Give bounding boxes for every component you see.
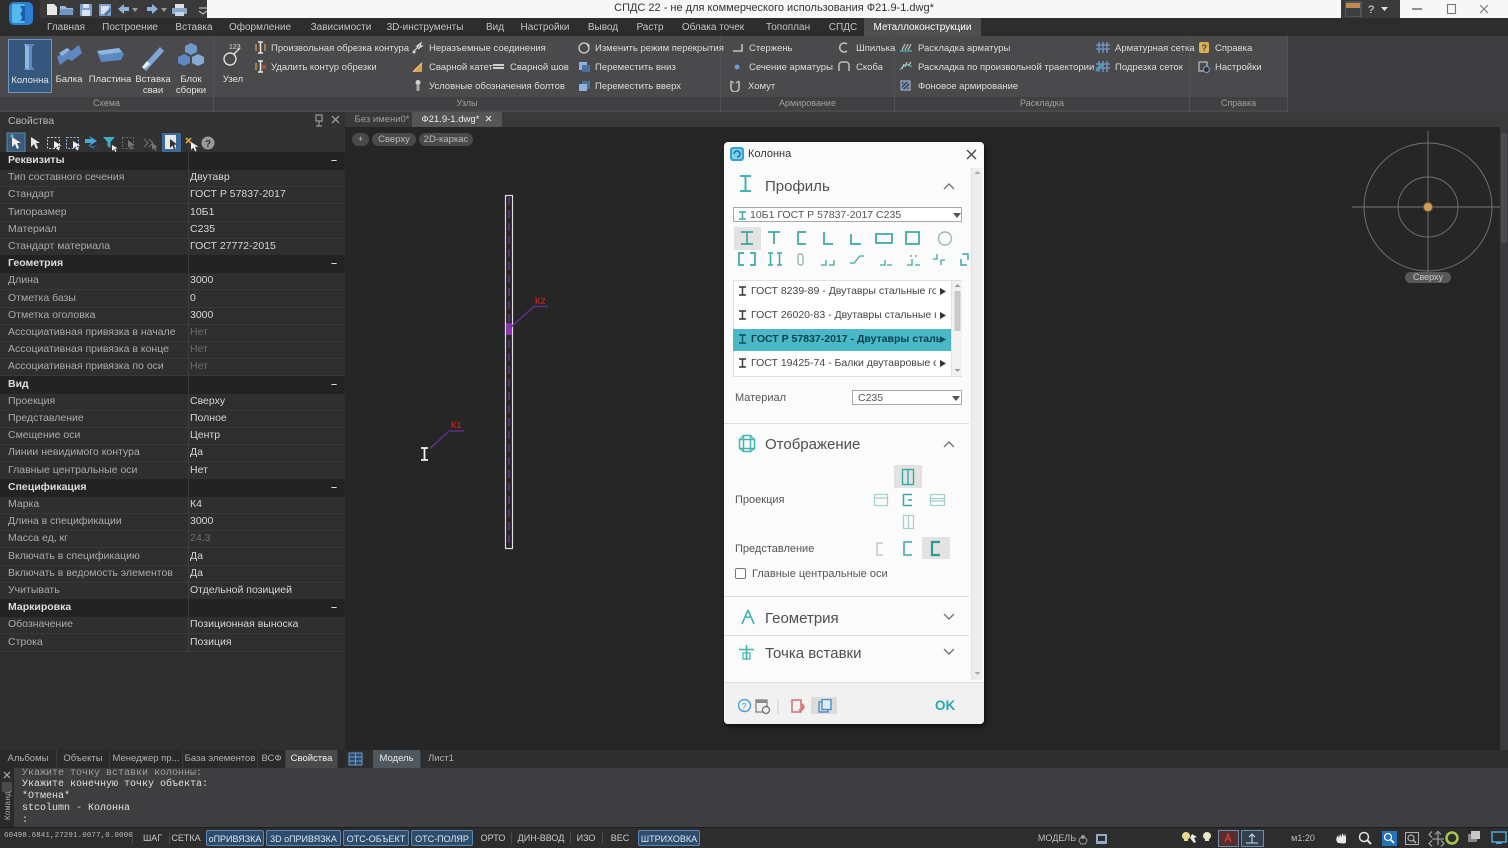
svg-text:Команд: Команд bbox=[4, 791, 13, 820]
svg-text:?: ? bbox=[1202, 43, 1208, 53]
svg-text:?: ? bbox=[742, 702, 747, 712]
svg-text:К1: К1 bbox=[451, 420, 462, 430]
svg-text:?: ? bbox=[1368, 4, 1374, 16]
svg-text:К2: К2 bbox=[535, 296, 546, 306]
svg-text:?: ? bbox=[205, 139, 211, 150]
